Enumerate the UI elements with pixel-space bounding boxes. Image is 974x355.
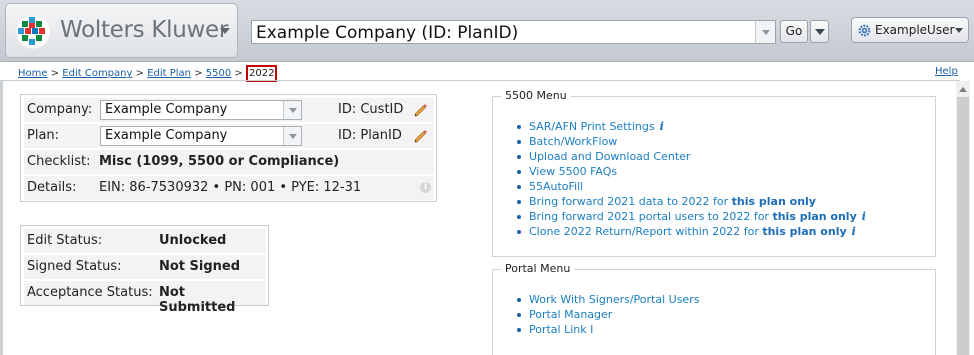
- edit-status-row: Edit Status: Unlocked: [24, 229, 266, 253]
- company-plan-selector[interactable]: Example Company (ID: PlanID): [251, 20, 776, 44]
- gear-icon: [858, 24, 871, 37]
- company-select[interactable]: Example Company: [100, 100, 302, 120]
- company-plan-selector-value: Example Company (ID: PlanID): [256, 23, 519, 43]
- edit-pencil-icon[interactable]: [414, 129, 428, 143]
- menu-item-label: Bring forward 2021 portal users to 2022 …: [529, 210, 773, 223]
- edit-status-value: Unlocked: [159, 233, 227, 248]
- user-name: ExampleUser: [875, 23, 955, 37]
- acceptance-status-label: Acceptance Status:: [27, 285, 153, 300]
- acceptance-status-value: Not Submitted: [159, 285, 236, 315]
- menu-item-clone-return[interactable]: Clone 2022 Return/Report within 2022 for…: [517, 225, 866, 240]
- info-icon[interactable]: i: [420, 182, 431, 193]
- help-link[interactable]: Help: [935, 66, 958, 77]
- info-icon[interactable]: i: [660, 120, 664, 133]
- menu-item-55autofill[interactable]: 55AutoFill: [517, 180, 866, 195]
- menu-item-bring-forward-data[interactable]: Bring forward 2021 data to 2022 for this…: [517, 195, 866, 210]
- plan-label: Plan:: [27, 128, 60, 143]
- plan-info-panel: Company: Example Company ID: CustID Plan…: [20, 94, 437, 202]
- menu-item-label: Clone 2022 Return/Report within 2022 for: [529, 225, 763, 238]
- menu-item-sar-afn-print-settings[interactable]: SAR/AFN Print Settings i: [517, 120, 866, 135]
- portal-menu-list: Work With Signers/Portal Users Portal Ma…: [516, 293, 699, 338]
- breadcrumb-separator: >: [234, 68, 243, 79]
- breadcrumb-home[interactable]: Home: [18, 68, 48, 79]
- brand-menu-button[interactable]: Wolters Kluwer: [5, 3, 238, 58]
- details-value: EIN: 86-7530932 • PN: 001 • PYE: 12-31: [99, 180, 362, 195]
- plan-select-value: Example Company: [105, 128, 228, 143]
- company-id: ID: CustID: [338, 102, 404, 117]
- user-menu-button[interactable]: ExampleUser: [851, 17, 969, 43]
- menu-item-upload-download-center[interactable]: Upload and Download Center: [517, 150, 866, 165]
- plan-id: ID: PlanID: [338, 128, 402, 143]
- menu-item-bring-forward-portal-users[interactable]: Bring forward 2021 portal users to 2022 …: [517, 210, 866, 225]
- details-row: Details: EIN: 86-7530932 • PN: 001 • PYE…: [24, 176, 434, 200]
- breadcrumb-edit-company[interactable]: Edit Company: [62, 68, 132, 79]
- menu-item-batch-workflow[interactable]: Batch/WorkFlow: [517, 135, 866, 150]
- signed-status-label: Signed Status:: [27, 259, 122, 274]
- brand-name: Wolters Kluwer: [60, 17, 229, 43]
- wolters-kluwer-logo-icon: [16, 15, 50, 49]
- menu-5500-list: SAR/AFN Print Settings i Batch/WorkFlow U…: [517, 120, 866, 240]
- breadcrumb-separator: >: [135, 68, 144, 79]
- company-select-value: Example Company: [105, 102, 228, 117]
- chevron-down-icon: [220, 28, 230, 34]
- edit-status-label: Edit Status:: [27, 233, 103, 248]
- scrollbar-thumb[interactable]: [957, 97, 969, 355]
- menu-5500-title: 5500 Menu: [501, 89, 571, 102]
- portal-menu-panel: Portal Menu Work With Signers/Portal Use…: [492, 262, 936, 355]
- go-dropdown-button[interactable]: [810, 20, 829, 43]
- checklist-value: Misc (1099, 5500 or Compliance): [99, 154, 340, 169]
- breadcrumb-5500[interactable]: 5500: [206, 68, 231, 79]
- menu-item-work-with-signers[interactable]: Work With Signers/Portal Users: [516, 293, 699, 308]
- menu-item-emphasis: this plan only: [731, 195, 816, 208]
- menu-item-label: Upload and Download Center: [529, 150, 691, 163]
- top-bar: Wolters Kluwer Example Company (ID: Plan…: [0, 0, 974, 62]
- menu-5500-panel: 5500 Menu SAR/AFN Print Settings i Batch/…: [492, 89, 936, 257]
- details-label: Details:: [27, 180, 77, 195]
- menu-item-label: SAR/AFN Print Settings: [529, 120, 655, 133]
- menu-item-label: 55AutoFill: [529, 180, 584, 193]
- info-icon[interactable]: i: [862, 210, 866, 223]
- scroll-up-arrow-icon[interactable]: [959, 87, 967, 92]
- signed-status-value: Not Signed: [159, 259, 241, 274]
- left-edge: [0, 81, 3, 355]
- menu-item-emphasis: this plan only: [772, 210, 857, 223]
- status-panel: Edit Status: Unlocked Signed Status: Not…: [20, 225, 269, 315]
- menu-item-label: Bring forward 2021 data to 2022 for: [529, 195, 732, 208]
- chevron-down-icon[interactable]: [755, 21, 775, 43]
- breadcrumb-separator: >: [50, 68, 60, 79]
- edit-pencil-icon[interactable]: [414, 103, 428, 117]
- menu-item-portal-manager[interactable]: Portal Manager: [516, 308, 699, 323]
- chevron-down-icon: [955, 28, 963, 33]
- chevron-down-icon[interactable]: [283, 127, 301, 145]
- chevron-down-icon[interactable]: [283, 101, 301, 119]
- info-icon[interactable]: i: [852, 225, 856, 238]
- divider: [0, 80, 960, 81]
- checklist-row: Checklist: Misc (1099, 5500 or Complianc…: [24, 150, 434, 174]
- plan-select[interactable]: Example Company: [100, 126, 302, 146]
- go-button[interactable]: Go: [780, 20, 808, 43]
- breadcrumb-edit-plan[interactable]: Edit Plan: [147, 68, 191, 79]
- plan-id-cell: ID: PlanID: [330, 124, 434, 148]
- company-row: Company: Example Company ID: CustID: [24, 98, 434, 122]
- company-id-cell: ID: CustID: [330, 98, 434, 122]
- menu-item-emphasis: this plan only: [762, 225, 847, 238]
- portal-menu-title: Portal Menu: [501, 262, 575, 275]
- plan-row: Plan: Example Company ID: PlanID: [24, 124, 434, 148]
- breadcrumb-separator: >: [194, 68, 203, 79]
- menu-item-label: View 5500 FAQs: [529, 165, 618, 178]
- acceptance-status-row: Acceptance Status: Not Submitted: [24, 281, 266, 315]
- checklist-label: Checklist:: [27, 154, 91, 169]
- menu-item-label: Batch/WorkFlow: [529, 135, 618, 148]
- menu-item-portal-link[interactable]: Portal Link I: [516, 323, 699, 338]
- company-label: Company:: [27, 102, 93, 117]
- signed-status-row: Signed Status: Not Signed: [24, 255, 266, 279]
- menu-item-view-5500-faqs[interactable]: View 5500 FAQs: [517, 165, 866, 180]
